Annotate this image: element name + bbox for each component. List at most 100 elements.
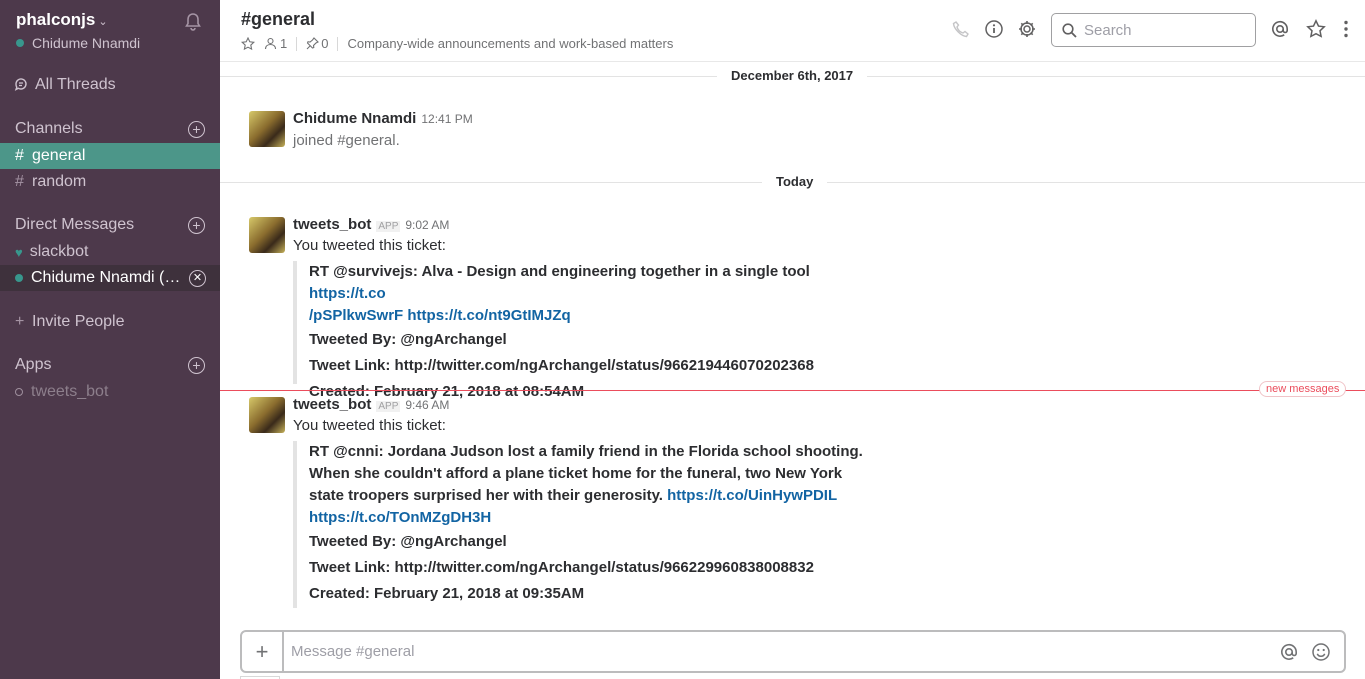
channels-heading-label: Channels bbox=[15, 120, 83, 137]
message-attachment: RT @survivejs: Alva - Design and enginee… bbox=[293, 261, 863, 400]
avatar[interactable] bbox=[249, 397, 285, 433]
app-badge: APP bbox=[376, 401, 401, 412]
message-list[interactable]: December 6th, 2017 Chidume Nnamdi 12:41 … bbox=[220, 62, 1365, 627]
threads-icon bbox=[14, 78, 27, 91]
channel-header: #general 1 0 Company-wide announcements … bbox=[220, 0, 1365, 62]
app-label: tweets_bot bbox=[31, 383, 109, 400]
message-input[interactable]: Message #general bbox=[284, 643, 1274, 660]
new-messages-badge[interactable]: new messages bbox=[1259, 381, 1347, 397]
channels-heading[interactable]: Channels + bbox=[15, 118, 205, 140]
tweet-link[interactable]: https://t.co bbox=[309, 285, 386, 302]
divider bbox=[337, 36, 339, 51]
channel-title[interactable]: #general bbox=[241, 9, 315, 30]
add-channel-icon[interactable]: + bbox=[188, 120, 205, 138]
invite-label: Invite People bbox=[32, 313, 125, 330]
mention-icon[interactable] bbox=[1274, 637, 1304, 667]
tweeted-by: Tweeted By: @ngArchangel bbox=[309, 331, 507, 348]
message-header: tweets_bot APP 9:46 AM bbox=[293, 396, 449, 413]
tweeted-by: Tweeted By: @ngArchangel bbox=[309, 533, 507, 550]
attachment-text: When she couldn't afford a plane ticket … bbox=[309, 465, 843, 482]
mentions-icon[interactable] bbox=[1270, 19, 1290, 39]
presence-dot-icon bbox=[16, 39, 24, 47]
pinned-count[interactable]: 0 bbox=[306, 36, 328, 51]
new-messages-line bbox=[220, 390, 1365, 391]
members-count[interactable]: 1 bbox=[264, 36, 287, 51]
sender-name[interactable]: tweets_bot bbox=[293, 396, 371, 413]
team-menu[interactable]: phalconjs ⌄ bbox=[16, 10, 108, 30]
hash-icon: # bbox=[15, 173, 24, 190]
channel-label: general bbox=[32, 147, 86, 164]
bell-icon[interactable] bbox=[183, 12, 203, 32]
message-header: tweets_bot APP 9:02 AM bbox=[293, 216, 449, 233]
direct-messages-heading[interactable]: Direct Messages + bbox=[15, 214, 205, 236]
team-name: phalconjs bbox=[16, 10, 96, 29]
gear-icon[interactable] bbox=[1017, 19, 1037, 39]
sender-name[interactable]: Chidume Nnamdi bbox=[293, 110, 416, 127]
current-user[interactable]: Chidume Nnamdi bbox=[16, 35, 140, 51]
tweet-link[interactable]: https://t.co/nt9GtIMJZq bbox=[407, 307, 570, 324]
message-composer: + Message #general bbox=[240, 630, 1346, 673]
message-text: You tweeted this ticket: bbox=[293, 417, 446, 434]
attachment-text: https://t.co/TOnMZgDH3H bbox=[309, 507, 863, 529]
channel-topic[interactable]: Company-wide announcements and work-base… bbox=[347, 36, 673, 51]
tweet-link[interactable]: /pSPlkwSwrF bbox=[309, 307, 403, 324]
phone-icon[interactable] bbox=[951, 19, 971, 39]
avatar[interactable] bbox=[249, 217, 285, 253]
sidebar: phalconjs ⌄ Chidume Nnamdi All Threads Ch… bbox=[0, 0, 220, 679]
divider bbox=[296, 36, 298, 51]
tweet-link[interactable]: https://t.co/TOnMZgDH3H bbox=[309, 509, 491, 526]
timestamp[interactable]: 12:41 PM bbox=[421, 112, 472, 126]
tweet-text: RT @survivejs: Alva - Design and enginee… bbox=[309, 263, 810, 280]
message-attachment: RT @cnni: Jordana Judson lost a family f… bbox=[293, 441, 863, 608]
channel-meta: 1 0 Company-wide announcements and work-… bbox=[241, 36, 673, 51]
message-text: joined #general. bbox=[293, 132, 400, 149]
all-threads-label: All Threads bbox=[35, 76, 116, 93]
all-threads-link[interactable]: All Threads bbox=[14, 76, 116, 94]
sidebar-item-chidume[interactable]: Chidume Nnamdi (… ✕ bbox=[0, 265, 220, 291]
channel-label: random bbox=[32, 173, 87, 190]
date-divider: December 6th, 2017 bbox=[717, 68, 868, 83]
person-icon bbox=[264, 37, 277, 50]
attachment-text: RT @cnni: Jordana Judson lost a family f… bbox=[309, 443, 863, 460]
attachment-text: /pSPlkwSwrF https://t.co/nt9GtIMJZq bbox=[309, 305, 863, 327]
user-name: Chidume Nnamdi bbox=[32, 35, 141, 51]
chevron-down-icon: ⌄ bbox=[98, 16, 108, 28]
avatar[interactable] bbox=[249, 111, 285, 147]
tweet-text: state troopers surprised her with their … bbox=[309, 487, 668, 504]
info-icon[interactable] bbox=[984, 19, 1004, 39]
pinned-count-value: 0 bbox=[321, 36, 329, 51]
sidebar-item-slackbot[interactable]: ♥ slackbot bbox=[0, 239, 220, 265]
more-options-icon[interactable] bbox=[1336, 19, 1356, 39]
sender-name[interactable]: tweets_bot bbox=[293, 216, 371, 233]
search-placeholder: Search bbox=[1084, 21, 1132, 39]
presence-away-icon bbox=[15, 388, 23, 396]
tweet-link-field: Tweet Link: http://twitter.com/ngArchang… bbox=[309, 357, 814, 374]
add-dm-icon[interactable]: + bbox=[188, 216, 205, 234]
tweet-link[interactable]: https://t.co/UinHywPDIL bbox=[667, 487, 837, 504]
plus-icon: + bbox=[15, 313, 25, 330]
timestamp[interactable]: 9:02 AM bbox=[405, 218, 449, 232]
star-icon[interactable] bbox=[241, 36, 255, 51]
add-app-icon[interactable]: + bbox=[188, 356, 205, 374]
timestamp[interactable]: 9:46 AM bbox=[405, 398, 449, 412]
members-count-value: 1 bbox=[280, 36, 288, 51]
apps-heading-label: Apps bbox=[15, 356, 52, 373]
invite-people-link[interactable]: + Invite People bbox=[0, 309, 220, 335]
starred-items-icon[interactable] bbox=[1306, 19, 1326, 39]
sidebar-item-general[interactable]: # general bbox=[0, 143, 220, 169]
dm-label: slackbot bbox=[29, 243, 89, 260]
attach-plus-button[interactable]: + bbox=[242, 632, 284, 671]
created-field: Created: February 21, 2018 at 09:35AM bbox=[309, 585, 585, 602]
attachment-text: RT @survivejs: Alva - Design and enginee… bbox=[309, 261, 863, 305]
hash-icon: # bbox=[15, 147, 24, 164]
message-header: Chidume Nnamdi 12:41 PM bbox=[293, 110, 473, 127]
search-input[interactable]: Search bbox=[1051, 13, 1256, 47]
emoji-icon[interactable] bbox=[1306, 637, 1336, 667]
sidebar-item-tweets-bot[interactable]: tweets_bot bbox=[0, 379, 220, 405]
close-icon[interactable]: ✕ bbox=[189, 269, 206, 287]
message-text: You tweeted this ticket: bbox=[293, 237, 446, 254]
sidebar-item-random[interactable]: # random bbox=[0, 169, 220, 195]
heart-icon: ♥ bbox=[15, 244, 23, 260]
apps-heading[interactable]: Apps + bbox=[15, 354, 205, 376]
app-badge: APP bbox=[376, 221, 401, 232]
